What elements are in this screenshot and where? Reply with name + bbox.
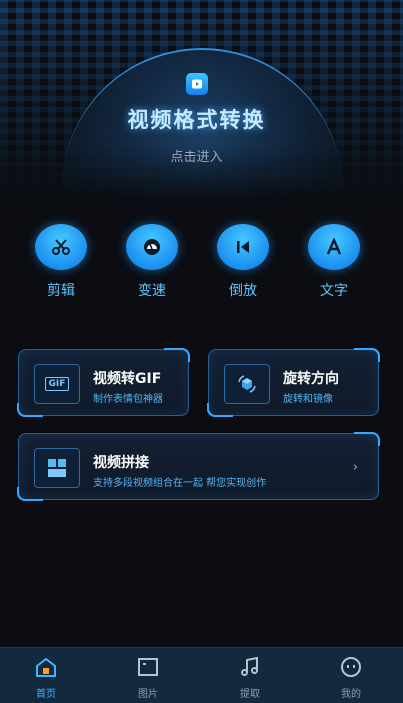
video-splice-card[interactable]: 视频拼接 支持多段视频组合在一起 帮您实现创作 ›	[17, 432, 380, 501]
video-play-icon	[186, 73, 208, 95]
tab-images[interactable]: 图片	[118, 656, 178, 700]
enter-link[interactable]: 点击进入	[0, 146, 393, 165]
tab-label: 首页	[36, 689, 56, 700]
music-note-icon	[241, 656, 258, 676]
bottom-tab-bar: 首页 图片 提取 我的	[0, 647, 403, 703]
image-icon	[138, 658, 158, 676]
face-icon	[341, 657, 361, 677]
tab-label: 我的	[341, 689, 361, 700]
grid-layout-icon	[34, 448, 80, 488]
gif-icon: GIF	[34, 364, 80, 404]
tab-mine[interactable]: 我的	[321, 656, 381, 700]
card-subtitle: 旋转和镜像	[283, 394, 333, 405]
tab-label: 图片	[138, 689, 158, 700]
card-subtitle: 制作表情包神器	[93, 394, 163, 405]
card-subtitle: 支持多段视频组合在一起 帮您实现创作	[93, 478, 267, 489]
scissors-icon	[35, 224, 87, 270]
tool-edit[interactable]: 剪辑	[31, 224, 91, 300]
main-title[interactable]: 视频格式转换	[0, 104, 393, 134]
tool-speed[interactable]: 变速	[122, 224, 182, 300]
home-icon	[36, 657, 56, 677]
tab-home[interactable]: 首页	[16, 656, 76, 700]
tool-label: 剪辑	[47, 283, 75, 299]
skip-back-icon	[217, 224, 269, 270]
chevron-right-icon: ›	[352, 460, 358, 475]
tool-text[interactable]: 文字	[304, 224, 364, 300]
tool-label: 变速	[138, 283, 166, 299]
tool-label: 倒放	[229, 283, 257, 299]
card-title: 视频转GIF	[93, 371, 162, 387]
tab-label: 提取	[240, 689, 260, 700]
rotate-cube-icon	[224, 364, 270, 404]
tool-label: 文字	[320, 283, 348, 299]
tool-row: 剪辑 变速 倒放 文字	[0, 224, 403, 304]
letter-a-icon	[308, 224, 360, 270]
tab-extract[interactable]: 提取	[220, 656, 280, 700]
card-title: 旋转方向	[283, 371, 339, 387]
rotate-card[interactable]: 旋转方向 旋转和镜像	[207, 348, 380, 417]
speedometer-icon	[126, 224, 178, 270]
tool-reverse[interactable]: 倒放	[213, 224, 273, 300]
video-to-gif-card[interactable]: GIF 视频转GIF 制作表情包神器	[17, 348, 190, 417]
card-title: 视频拼接	[93, 455, 149, 471]
